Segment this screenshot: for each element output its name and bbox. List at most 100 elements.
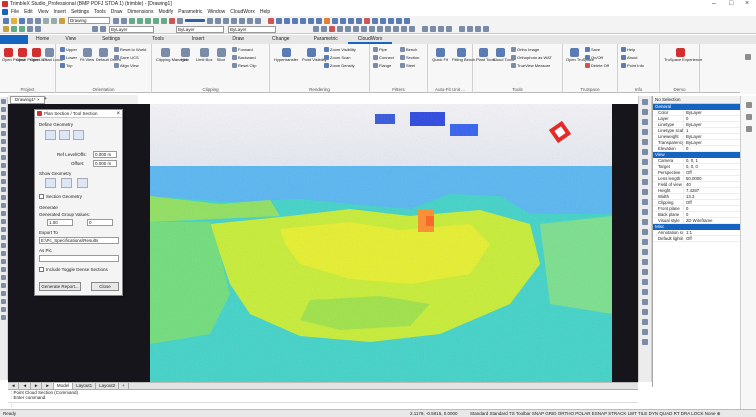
orbit-icon[interactable] (388, 17, 394, 24)
tab-parametric[interactable]: Parametric (304, 35, 348, 44)
dim-style-icon[interactable] (409, 26, 415, 32)
dimension-ordinate-icon[interactable] (642, 309, 648, 315)
break-icon[interactable] (1, 251, 6, 256)
layer-previous-icon[interactable] (100, 26, 106, 32)
zoom-window-icon[interactable] (145, 17, 151, 24)
close-window-button[interactable]: × (745, 0, 749, 8)
snap-node-icon[interactable] (642, 139, 648, 145)
rectangle-icon[interactable] (1, 123, 6, 128)
layer-manager-icon[interactable] (276, 17, 282, 24)
snap-none-icon[interactable] (642, 239, 648, 245)
layer-unlock-icon[interactable] (27, 26, 33, 32)
menu-edit[interactable]: Edit (24, 9, 33, 15)
open-icon[interactable] (11, 17, 17, 24)
tab-insert[interactable]: Insert (178, 35, 219, 44)
dim-continue-icon[interactable] (369, 26, 375, 32)
layer-lock-icon[interactable] (292, 17, 298, 24)
show-grid-icon[interactable] (61, 178, 72, 188)
print-preview-icon[interactable] (35, 17, 41, 24)
offset-icon[interactable] (1, 283, 6, 288)
export-path-input[interactable]: E:\Pc_Specifications\Results (39, 237, 119, 244)
clipping-manager-button[interactable]: Clipping Manager (156, 48, 187, 63)
layer-properties-icon[interactable] (3, 26, 9, 32)
section-button[interactable]: Section (400, 55, 419, 60)
show-slice-icon[interactable] (77, 178, 88, 188)
status-toggles[interactable]: Standard Standard TS Toolbar SNAP GRID O… (470, 410, 721, 417)
line-icon[interactable] (1, 99, 6, 104)
truspace-experience-button[interactable]: TruSpace Experience (664, 48, 702, 63)
circle-icon[interactable] (1, 139, 6, 144)
attribute-icon[interactable] (340, 17, 346, 24)
calculator-icon[interactable] (239, 17, 245, 24)
trim-icon[interactable] (1, 235, 6, 240)
copy-icon[interactable] (51, 17, 57, 24)
open-truspace-button[interactable]: Open TruSpace (566, 48, 594, 63)
export-icon[interactable] (483, 26, 489, 32)
hide-button[interactable]: Hide (178, 48, 192, 63)
dimension-radius-icon[interactable] (642, 279, 648, 285)
menu-draw[interactable]: Draw (111, 9, 123, 15)
table-icon[interactable] (438, 26, 444, 32)
property-row[interactable]: Default lightingOff (653, 236, 740, 242)
section-geometry-checkbox[interactable] (39, 194, 44, 199)
about-button[interactable]: About (621, 55, 637, 60)
slice-button[interactable]: Slice (214, 48, 228, 63)
zoom-previous-icon[interactable] (153, 17, 159, 24)
zoom-realtime-icon[interactable] (137, 17, 143, 24)
distance-icon[interactable] (215, 17, 221, 24)
lineweight-combo[interactable]: ByLayer (228, 25, 276, 33)
dim-edit-icon[interactable] (401, 26, 407, 32)
close-project-button[interactable]: Close Project (16, 48, 40, 63)
steel-button[interactable]: Steel (400, 63, 415, 68)
menu-cloudworx[interactable]: CloudWorx (230, 9, 255, 15)
image-icon[interactable] (356, 17, 362, 24)
plot-icon[interactable] (475, 26, 481, 32)
limit-box-button[interactable]: Limit Box (196, 48, 212, 63)
tolerance-icon[interactable] (385, 26, 391, 32)
view-icon[interactable] (380, 17, 386, 24)
snap-icon[interactable] (255, 17, 261, 24)
menu-app-icon[interactable] (2, 9, 8, 15)
ribbon-minimize-icon[interactable] (745, 54, 751, 60)
stretch-icon[interactable] (1, 227, 6, 232)
tab-tools[interactable]: Tools (138, 35, 178, 44)
properties-selection-combo[interactable]: No Selection (653, 96, 740, 104)
snap-nearest-icon[interactable] (642, 209, 648, 215)
save-icon[interactable] (19, 17, 25, 24)
drawing-combo[interactable]: Drawing (68, 17, 110, 24)
backward-button[interactable]: Backward (232, 55, 256, 60)
menu-help[interactable]: Help (260, 9, 270, 15)
layer-walk-icon[interactable] (316, 17, 322, 24)
zoom-density-button[interactable]: Zoom Density (324, 63, 355, 68)
dim-diameter-icon[interactable] (345, 26, 351, 32)
fillet-icon[interactable] (1, 267, 6, 272)
scale-icon[interactable] (1, 219, 6, 224)
command-line-input[interactable]: : (8, 402, 638, 408)
snap-apparent-icon[interactable] (642, 219, 648, 225)
truspace-delete-button[interactable]: Delete Off (585, 63, 609, 68)
fitting-bench-button[interactable]: Fitting Bench (452, 48, 475, 63)
extend-icon[interactable] (1, 243, 6, 248)
copy-object-icon[interactable] (1, 307, 6, 312)
layer-color-icon[interactable] (35, 26, 41, 32)
plant-tools-button[interactable]: Plant Tools (476, 48, 496, 63)
snap-intersection-icon[interactable] (642, 159, 648, 165)
field-icon[interactable] (446, 26, 452, 32)
spline-icon[interactable] (1, 147, 6, 152)
linetype-combo[interactable]: ByLayer (176, 25, 224, 33)
dimension-update-icon[interactable] (642, 339, 648, 345)
center-mark-icon[interactable] (393, 26, 399, 32)
grid-icon[interactable] (247, 17, 253, 24)
polyline-icon[interactable] (1, 107, 6, 112)
orthophoto-button[interactable]: Orthophoto as WAT (511, 55, 552, 60)
properties-panel-icon[interactable] (745, 102, 752, 108)
snap-parallel-icon[interactable] (642, 229, 648, 235)
polygon-icon[interactable] (1, 115, 6, 120)
snap-tangent-icon[interactable] (642, 199, 648, 205)
maximize-button[interactable]: □ (729, 0, 733, 8)
hatch-icon[interactable] (1, 179, 6, 184)
insert-icon[interactable] (1, 163, 6, 168)
pick-point-icon[interactable] (59, 130, 70, 140)
close-tab-icon[interactable]: × (37, 97, 40, 102)
array-icon[interactable] (1, 299, 6, 304)
